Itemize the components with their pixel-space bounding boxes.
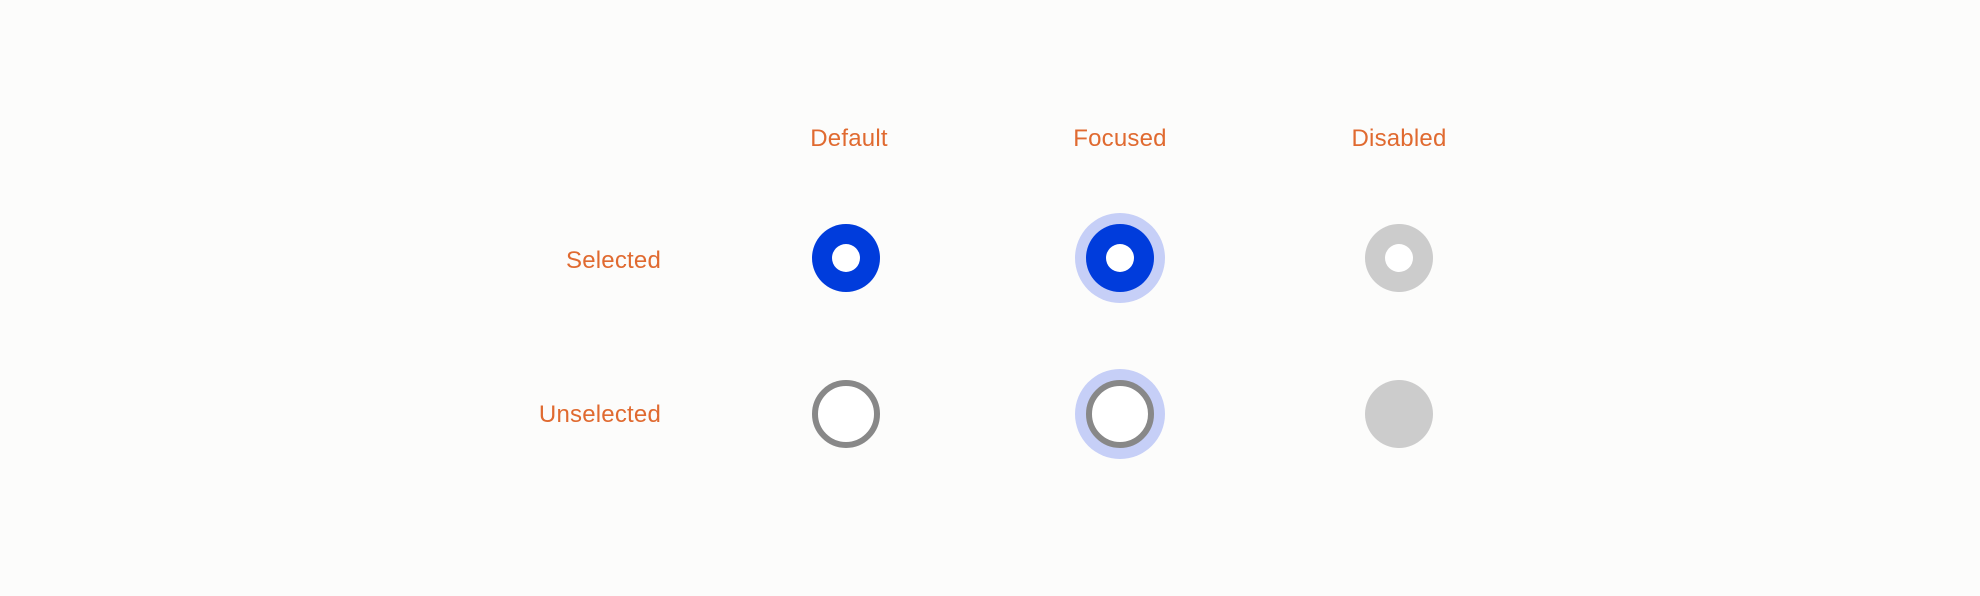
- radio-unselected-default[interactable]: [812, 380, 880, 448]
- radio-selected-disabled: [1365, 224, 1433, 292]
- radio-selected-focused[interactable]: [1086, 224, 1154, 292]
- column-header-default: Default: [810, 125, 888, 152]
- radio-unselected-disabled: [1365, 380, 1433, 448]
- row-header-selected: Selected: [566, 247, 661, 274]
- radio-unselected-focused[interactable]: [1086, 380, 1154, 448]
- radio-selected-default[interactable]: [812, 224, 880, 292]
- row-header-unselected: Unselected: [538, 401, 661, 428]
- column-header-disabled: Disabled: [1351, 125, 1447, 152]
- column-header-focused: Focused: [1073, 125, 1167, 152]
